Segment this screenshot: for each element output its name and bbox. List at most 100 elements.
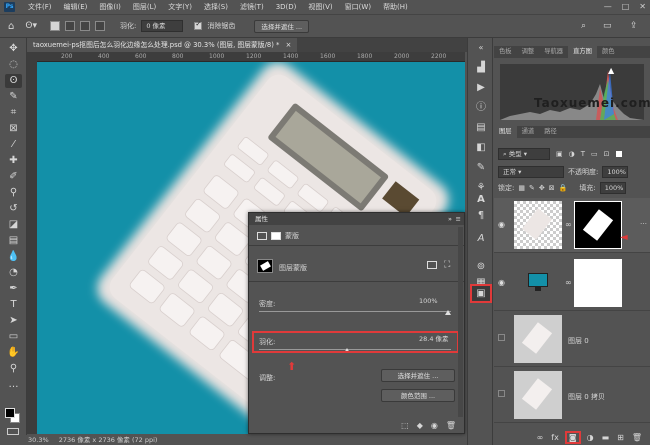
layer-mask-thumbnail[interactable] — [574, 201, 622, 249]
maximize-button[interactable]: □ — [622, 2, 630, 11]
layer-name[interactable]: 图层 0 拷贝 — [568, 392, 605, 402]
lock-all-icon[interactable]: 🔒 — [559, 184, 568, 192]
properties-dock-icon[interactable]: ▣ — [470, 284, 492, 303]
density-slider-thumb[interactable] — [445, 310, 451, 315]
layer-name[interactable]: 图层 0 — [568, 336, 589, 346]
tab-paths[interactable]: 路径 — [539, 126, 562, 138]
close-tab-icon[interactable]: × — [286, 41, 292, 49]
type-tool-icon[interactable]: T — [5, 298, 22, 312]
tab-swatches[interactable]: 色板 — [494, 46, 517, 58]
menu-filter[interactable]: 滤镜(T) — [235, 2, 269, 12]
delete-layer-icon[interactable]: 🗑 — [632, 433, 642, 442]
menu-help[interactable]: 帮助(H) — [378, 2, 413, 12]
home-icon[interactable]: ⌂ — [8, 21, 14, 32]
filter-pixel-icon[interactable]: ▣ — [556, 150, 563, 158]
layer-row-masked[interactable]: ◉ ∞ ◄ … — [494, 198, 650, 253]
visibility-box-icon[interactable] — [498, 390, 505, 397]
tab-navigator[interactable]: 导航器 — [539, 46, 568, 58]
crop-tool-icon[interactable]: ⌗ — [5, 106, 22, 120]
menu-type[interactable]: 文字(Y) — [163, 2, 197, 12]
opacity-input[interactable]: 100% — [602, 166, 629, 178]
antialias-checkbox[interactable] — [194, 20, 203, 30]
path-select-tool-icon[interactable]: ➤ — [5, 314, 22, 328]
layer-thumbnail[interactable] — [514, 371, 562, 419]
adjustments-icon[interactable]: ⊚ — [472, 259, 490, 274]
add-mask-icon[interactable]: ◙ — [564, 430, 581, 444]
shape-tool-icon[interactable]: ▭ — [5, 330, 22, 344]
healing-brush-tool-icon[interactable]: ✚ — [5, 154, 22, 168]
document-tab[interactable]: taoxuemei-ps抠图后怎么羽化边缘怎么处理.psd @ 30.3% (图… — [27, 38, 298, 52]
color-range-button[interactable]: 颜色范围 ... — [381, 389, 455, 402]
paragraph-icon[interactable]: ¶ — [472, 208, 490, 223]
adjustment-layer-icon[interactable]: ◑ — [587, 433, 594, 442]
histogram-warning-icon[interactable]: ▲ — [608, 66, 614, 75]
layer-mask-thumbnail[interactable] — [574, 259, 622, 307]
swatches-icon[interactable]: ◧ — [472, 140, 490, 155]
close-button[interactable]: ✕ — [639, 2, 646, 11]
visibility-box-icon[interactable] — [498, 334, 505, 341]
history-icon[interactable]: ▤ — [472, 120, 490, 135]
history-brush-tool-icon[interactable]: ↺ — [5, 202, 22, 216]
brush-tool-icon[interactable]: ✐ — [5, 170, 22, 184]
frame-tool-icon[interactable]: ⊠ — [5, 122, 22, 136]
add-selection-button[interactable] — [64, 21, 75, 31]
info-icon[interactable]: ⓘ — [472, 100, 490, 115]
menu-3d[interactable]: 3D(D) — [271, 3, 302, 11]
menu-file[interactable]: 文件(F) — [23, 2, 57, 12]
add-style-button[interactable]: fx — [551, 433, 559, 442]
blend-mode-dropdown[interactable]: 正常 ▾ — [498, 166, 564, 178]
menu-layer[interactable]: 图层(L) — [128, 2, 161, 12]
layer-row-layer0[interactable]: 图层 0 — [494, 312, 650, 367]
filter-smart-icon[interactable]: ⊡ — [604, 150, 610, 158]
foreground-color-swatch[interactable] — [5, 408, 15, 418]
share-icon[interactable]: ⇪ — [630, 21, 638, 31]
subtract-selection-button[interactable] — [79, 21, 90, 31]
menu-select[interactable]: 选择(S) — [199, 2, 233, 12]
hand-tool-icon[interactable]: ✋ — [5, 346, 22, 360]
collapse-dock-icon[interactable]: « — [472, 40, 490, 55]
dodge-tool-icon[interactable]: ◔ — [5, 266, 22, 280]
collapse-panel-icon[interactable]: » — [448, 213, 452, 225]
gradient-tool-icon[interactable]: ▤ — [5, 234, 22, 248]
visibility-eye-icon[interactable]: ◉ — [498, 278, 505, 287]
density-input[interactable]: 100% — [415, 296, 449, 308]
link-layers-icon[interactable]: ∞ — [537, 433, 544, 442]
toggle-mask-visibility-icon[interactable]: ◉ — [431, 421, 438, 433]
select-and-mask-button[interactable]: 选择并遮住 ... — [254, 19, 310, 33]
pen-tool-icon[interactable]: ✒ — [5, 282, 22, 296]
eyedropper-tool-icon[interactable]: ⁄ — [5, 138, 22, 152]
layer-row-background-color[interactable]: ◉ ∞ — [494, 256, 650, 311]
feather-input[interactable]: 0 像素 — [141, 20, 184, 32]
link-icon[interactable]: ∞ — [565, 278, 572, 287]
tab-channels[interactable]: 通道 — [517, 126, 540, 138]
eraser-tool-icon[interactable]: ◪ — [5, 218, 22, 232]
fill-input[interactable]: 100% — [599, 182, 626, 194]
menu-edit[interactable]: 编辑(E) — [59, 2, 93, 12]
layer-thumbnail[interactable] — [514, 201, 562, 249]
apply-mask-icon[interactable]: ◆ — [417, 421, 423, 433]
more-tools-icon[interactable]: … — [5, 378, 22, 392]
layer-thumbnail[interactable] — [514, 259, 562, 307]
glyphs-icon[interactable]: A — [472, 231, 490, 246]
select-pixel-mask-icon[interactable] — [427, 261, 437, 269]
zoom-level[interactable]: 30.3% — [28, 436, 49, 444]
layer-row-layer0-copy[interactable]: 图层 0 拷贝 — [494, 368, 650, 423]
intersect-selection-button[interactable] — [94, 21, 105, 31]
menu-image[interactable]: 图像(I) — [94, 2, 126, 12]
play-actions-icon[interactable]: ▶ — [472, 80, 490, 95]
quick-mask-icon[interactable] — [7, 428, 19, 435]
layer-filter-dropdown[interactable]: ⌕ 类型 ▾ — [498, 148, 550, 160]
move-tool-icon[interactable]: ✥ — [5, 42, 22, 56]
character-icon[interactable]: A — [472, 192, 490, 207]
menu-window[interactable]: 窗口(W) — [340, 2, 376, 12]
pixel-mask-icon[interactable] — [257, 232, 267, 240]
tab-color[interactable]: 颜色 — [597, 46, 620, 58]
panel-menu-icon[interactable]: ≡ — [456, 213, 461, 225]
tab-histogram[interactable]: 直方图 — [568, 46, 597, 58]
tab-adjustments[interactable]: 调整 — [517, 46, 540, 58]
minimize-button[interactable]: — — [604, 2, 612, 11]
workspace-icon[interactable]: ▭ — [603, 21, 612, 31]
load-selection-icon[interactable]: ⬚ — [401, 421, 409, 433]
delete-mask-icon[interactable]: 🗑 — [446, 421, 456, 433]
zoom-tool-icon[interactable]: ⚲ — [5, 362, 22, 376]
